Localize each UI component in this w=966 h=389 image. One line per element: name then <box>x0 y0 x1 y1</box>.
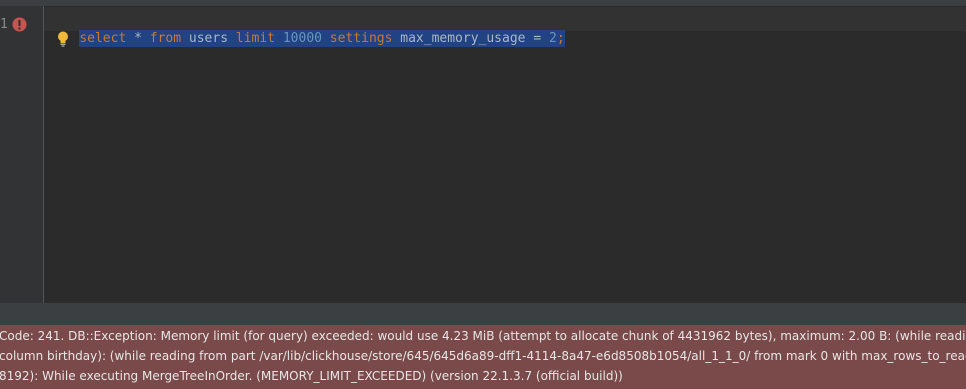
keyword-settings: settings <box>321 31 393 46</box>
table-name: users <box>181 31 236 46</box>
editor-gutter: 1 <box>0 6 44 303</box>
error-line: 8192): While executing MergeTreeInOrder.… <box>0 369 623 383</box>
keyword-select: select <box>79 31 127 46</box>
line-number: 1 <box>0 17 8 32</box>
code-line[interactable]: select * from users limit 10000 settings… <box>48 10 565 47</box>
token-star: * <box>126 31 150 46</box>
panel-divider <box>0 303 966 325</box>
semicolon: ; <box>556 31 565 46</box>
setting-name: max_memory_usage = <box>392 31 549 46</box>
lightbulb-icon[interactable] <box>56 30 70 48</box>
error-line: column birthday): (while reading from pa… <box>0 349 966 363</box>
setting-value: 2 <box>548 31 557 46</box>
limit-value: 10000 <box>275 31 322 46</box>
selected-query[interactable]: select * from users limit 10000 settings… <box>79 30 565 47</box>
keyword-limit: limit <box>235 31 276 46</box>
keyword-from: from <box>149 31 182 46</box>
error-message-panel: Code: 241. DB::Exception: Memory limit (… <box>0 325 966 389</box>
sql-editor[interactable]: select * from users limit 10000 settings… <box>44 6 966 303</box>
error-circle-icon[interactable] <box>12 17 27 32</box>
error-line: Code: 241. DB::Exception: Memory limit (… <box>0 329 966 343</box>
